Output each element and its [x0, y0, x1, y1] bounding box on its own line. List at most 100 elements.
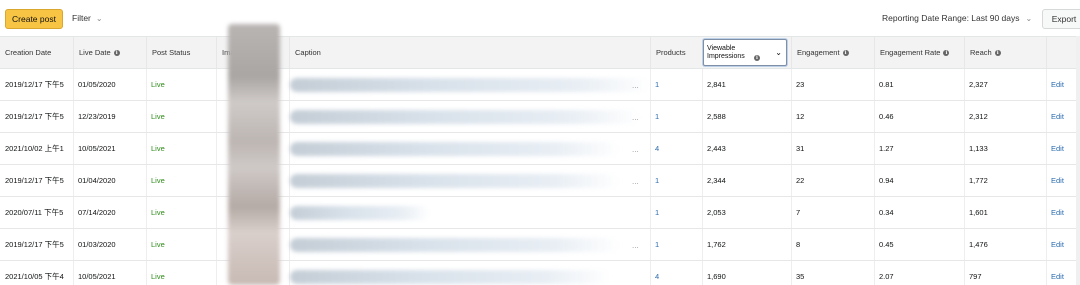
cell-reach: 1,601: [969, 208, 988, 217]
cell-live: 12/23/2019: [78, 112, 116, 121]
info-icon: i: [943, 49, 950, 56]
info-icon: i: [113, 49, 120, 56]
products-link[interactable]: 1: [650, 101, 702, 132]
cell-reach: 1,476: [969, 240, 988, 249]
cell-status: Live: [151, 80, 165, 89]
products-link[interactable]: 4: [650, 261, 702, 285]
cell-status: Live: [151, 176, 165, 185]
cell-engagement: 7: [796, 208, 801, 217]
cell-rate: 2.07: [879, 272, 894, 281]
create-post-button[interactable]: Create post: [5, 9, 63, 29]
cell-rate: 0.94: [879, 176, 894, 185]
cell-live: 01/04/2020: [78, 176, 116, 185]
cell-reach: 1,772: [969, 176, 988, 185]
cell-impressions: 1,690: [707, 272, 726, 281]
cell-engagement: 8: [796, 240, 801, 249]
scrollbar[interactable]: [1076, 36, 1080, 285]
chevron-down-icon: ⌄: [775, 48, 782, 57]
cell-engagement: 35: [796, 272, 805, 281]
cell-rate: 0.34: [879, 208, 894, 217]
table-header: Creation Date Live Datei Post Status Ima…: [0, 36, 1080, 69]
info-icon: i: [842, 49, 849, 56]
edit-link[interactable]: Edit: [1046, 69, 1080, 100]
column-divider: [216, 261, 217, 285]
cell-reach: 2,327: [969, 80, 988, 89]
edit-link[interactable]: Edit: [1046, 165, 1080, 196]
col-caption: Caption: [289, 37, 649, 68]
cell-status: Live: [151, 272, 165, 281]
cell-rate: 1.27: [879, 144, 894, 153]
caption-ellipsis: ...: [632, 81, 639, 90]
cell-impressions: 2,344: [707, 176, 726, 185]
cell-impressions: 2,588: [707, 112, 726, 121]
cell-impressions: 1,762: [707, 240, 726, 249]
cell-live: 07/14/2020: [78, 208, 116, 217]
col-reach[interactable]: Reach i: [964, 37, 1046, 68]
products-link[interactable]: 1: [650, 229, 702, 260]
cell-reach: 1,133: [969, 144, 988, 153]
redacted-caption: [290, 206, 430, 220]
redacted-image: [228, 24, 280, 285]
cell-rate: 0.46: [879, 112, 894, 121]
edit-link[interactable]: Edit: [1046, 229, 1080, 260]
date-range-dropdown[interactable]: Reporting Date Range: Last 90 days ⌄: [882, 13, 1032, 23]
edit-link[interactable]: Edit: [1046, 133, 1080, 164]
caption-ellipsis: ...: [632, 113, 639, 122]
chevron-down-icon: ⌄: [95, 13, 103, 23]
table-row: 2020/07/11 下午5 07/14/2020 Live 1 2,053 7 0.34 1…: [0, 197, 1080, 229]
cell-creation: 2021/10/05 下午4: [5, 272, 64, 281]
column-divider: [216, 165, 217, 196]
cell-reach: 797: [969, 272, 982, 281]
column-divider: [216, 69, 217, 100]
caption-ellipsis: ...: [632, 145, 639, 154]
redacted-caption: [290, 142, 620, 156]
cell-creation: 2020/07/11 下午5: [5, 208, 64, 217]
cell-creation: 2019/12/17 下午5: [5, 240, 64, 249]
cell-creation: 2019/12/17 下午5: [5, 80, 64, 89]
col-products[interactable]: Products: [650, 37, 702, 68]
info-icon: i: [754, 55, 760, 61]
caption-ellipsis: ...: [632, 177, 639, 186]
filter-label: Filter: [72, 13, 91, 23]
cell-creation: 2019/12/17 下午5: [5, 112, 64, 121]
redacted-caption: [290, 174, 620, 188]
cell-rate: 0.81: [879, 80, 894, 89]
viewable-impressions-sort-select[interactable]: Viewable Impressions i ⌄: [703, 39, 787, 66]
redacted-caption: [290, 110, 640, 124]
caption-ellipsis: ...: [632, 241, 639, 250]
col-engagement-rate[interactable]: Engagement Rate i: [874, 37, 964, 68]
cell-engagement: 22: [796, 176, 805, 185]
col-post-status[interactable]: Post Status: [146, 37, 216, 68]
cell-status: Live: [151, 240, 165, 249]
products-link[interactable]: 1: [650, 197, 702, 228]
col-creation-date[interactable]: Creation Date: [0, 37, 72, 68]
column-divider: [216, 133, 217, 164]
cell-engagement: 31: [796, 144, 805, 153]
redacted-caption: [290, 78, 650, 92]
redacted-caption: [290, 238, 620, 252]
redacted-caption: [290, 270, 610, 284]
products-link[interactable]: 1: [650, 165, 702, 196]
viewable-impressions-label: Viewable Impressions: [707, 44, 745, 60]
edit-link[interactable]: Edit: [1046, 197, 1080, 228]
cell-status: Live: [151, 112, 165, 121]
cell-engagement: 12: [796, 112, 805, 121]
edit-link[interactable]: Edit: [1046, 101, 1080, 132]
column-divider: [216, 229, 217, 260]
cell-status: Live: [151, 144, 165, 153]
cell-impressions: 2,443: [707, 144, 726, 153]
chevron-down-icon: ⌄: [1025, 13, 1033, 23]
cell-live: 01/05/2020: [78, 80, 116, 89]
column-divider: [216, 101, 217, 132]
col-live-date[interactable]: Live Date i: [73, 37, 145, 68]
col-engagement[interactable]: Engagement i: [791, 37, 873, 68]
edit-link[interactable]: Edit: [1046, 261, 1080, 285]
filter-dropdown[interactable]: Filter ⌄: [72, 13, 103, 23]
export-button[interactable]: Export: [1042, 9, 1080, 29]
info-icon: i: [994, 49, 1001, 56]
products-link[interactable]: 4: [650, 133, 702, 164]
cell-live: 10/05/2021: [78, 272, 116, 281]
cell-creation: 2021/10/02 上午1: [5, 144, 64, 153]
products-link[interactable]: 1: [650, 69, 702, 100]
col-actions: [1046, 37, 1080, 68]
